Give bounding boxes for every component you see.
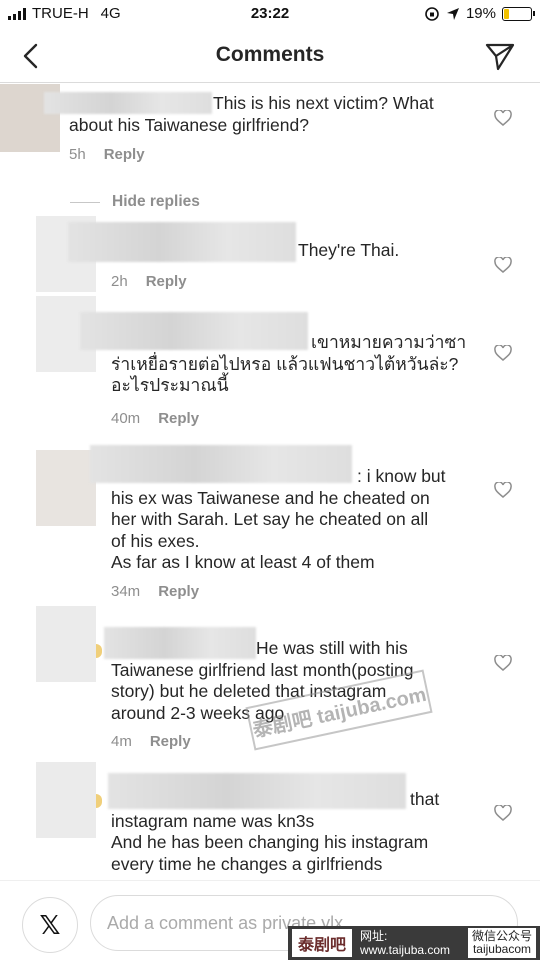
battery-icon	[502, 6, 535, 21]
comment-meta: 34m Reply	[111, 583, 199, 600]
watermark-site: 网址: www.taijuba.com	[360, 929, 450, 957]
battery-percent: 19%	[465, 5, 496, 22]
reply-button[interactable]: Reply	[146, 273, 187, 290]
page-title: Comments	[215, 43, 325, 66]
hide-replies-button[interactable]: Hide replies	[70, 193, 200, 211]
watermark-wechat: 微信公众号 taijubacom	[467, 928, 536, 958]
watermark-site-url: www.taijuba.com	[360, 943, 451, 957]
like-heart-icon[interactable]	[494, 345, 512, 361]
watermark-wechat-label: 微信公众号	[471, 929, 532, 943]
hide-replies-label: Hide replies	[112, 193, 200, 210]
like-heart-icon[interactable]	[494, 805, 512, 821]
comment-time: 2h	[111, 273, 128, 290]
watermark-logo: 泰剧吧	[292, 929, 353, 957]
avatar[interactable]	[36, 450, 96, 526]
comment-text: They're Thai.	[298, 240, 400, 260]
comment-text: This is his next victim? What about his …	[69, 93, 434, 135]
comment-text: : i know but his ex was Taiwanese and he…	[111, 466, 446, 572]
comment-text: that instagram name was kn3s And he has …	[111, 789, 440, 874]
comment-meta: 2h Reply	[111, 273, 187, 290]
reply-button[interactable]: Reply	[158, 583, 199, 600]
story-ring	[96, 644, 102, 658]
like-heart-icon[interactable]	[494, 655, 512, 671]
comment-meta: 40m Reply	[111, 410, 199, 427]
nav-header: Comments	[0, 30, 540, 83]
watermark-banner: 泰剧吧 网址: www.taijuba.com 微信公众号 taijubacom	[288, 926, 540, 960]
comment-time: 40m	[111, 410, 141, 427]
profile-x-icon[interactable]: 𝕏	[22, 897, 78, 953]
comment-meta: 4m Reply	[111, 733, 191, 750]
comment-text: เขาหมายความว่าซา ร่าเหยื่อรายต่อไปหรอ แล…	[111, 332, 467, 395]
comment-time: 5h	[69, 146, 86, 163]
avatar[interactable]	[36, 762, 96, 838]
location-icon	[446, 7, 459, 20]
comment-time: 34m	[111, 583, 141, 600]
watermark-site-label: 网址:	[360, 929, 388, 943]
avatar[interactable]	[36, 606, 96, 682]
like-heart-icon[interactable]	[494, 482, 512, 498]
reply-button[interactable]: Reply	[104, 146, 145, 163]
rotation-lock-icon	[425, 6, 439, 21]
divider	[70, 201, 100, 203]
watermark-wechat-id: taijubacom	[472, 942, 531, 956]
reply-button[interactable]: Reply	[158, 410, 199, 427]
direct-send-icon[interactable]	[484, 40, 516, 72]
story-ring	[96, 794, 102, 808]
like-heart-icon[interactable]	[494, 110, 512, 126]
like-heart-icon[interactable]	[494, 257, 512, 273]
comment-time: 4m	[111, 733, 132, 750]
redacted-username	[68, 222, 296, 262]
status-bar: TRUE-H 4G 23:22 19%	[0, 0, 540, 30]
comment-meta: 5h Reply	[69, 146, 145, 163]
reply-button[interactable]: Reply	[150, 733, 191, 750]
